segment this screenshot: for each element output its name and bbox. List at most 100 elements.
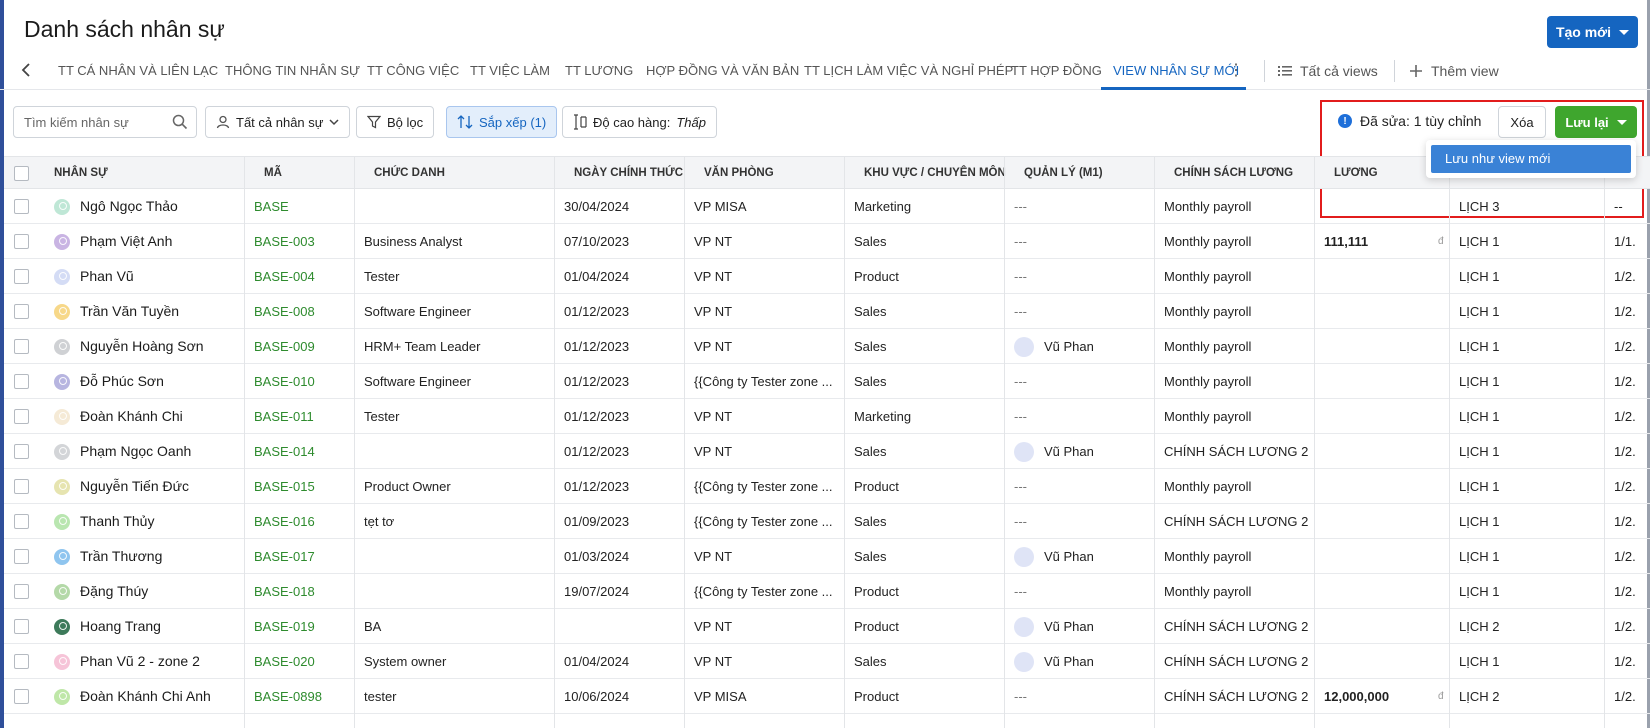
staff-code[interactable]: BASE-016 [254,504,315,539]
table-row[interactable]: Ngô Ngọc Thảo BASE 30/04/2024 VP MISA Market… [4,189,1650,224]
staff-code[interactable]: BASE-004 [254,259,315,294]
search-input[interactable] [14,107,164,137]
tab-salary[interactable]: TT LƯƠNG [565,58,633,84]
table-row[interactable]: Đỗ Phúc Sơn BASE-010 Software Engineer 01/1… [4,364,1650,399]
table-row[interactable]: Đoàn Khánh Chi Anh BASE-0898 tester 10/06/2… [4,679,1650,714]
row-checkbox[interactable] [14,584,29,599]
table-row[interactable]: Trần Văn Tuyền BASE-008 Software Engineer 0… [4,294,1650,329]
staff-code[interactable]: BASE-014 [254,434,315,469]
tab-staff-info[interactable]: THÔNG TIN NHÂN SỰ [225,58,360,84]
staff-code[interactable]: BASE-020 [254,644,315,679]
filter-button[interactable]: Bộ lọc [356,106,435,138]
table-row[interactable]: Trần Thương BASE-017 01/03/2024 VP NT Sales V… [4,539,1650,574]
table-row[interactable]: Nguyễn Tiến Đức BASE-015 Product Owner 01/1… [4,469,1650,504]
column-header-title[interactable]: CHỨC DANH [374,157,445,190]
staff-name[interactable]: Đoàn Khánh Chi Anh [80,679,211,714]
kebab-menu-icon[interactable]: ⋮ [1228,63,1244,79]
staff-name[interactable]: Hoang Trang [80,609,161,644]
tab-employment[interactable]: TT VIỆC LÀM [470,58,550,84]
tab-job-info[interactable]: TT CÔNG VIỆC [367,58,459,84]
table-row[interactable]: Nguyễn Hoàng Sơn BASE-009 HRM+ Team Leader… [4,329,1650,364]
row-checkbox[interactable] [14,514,29,529]
tab-contracts-docs[interactable]: HỢP ĐỒNG VÀ VĂN BẢN [646,58,799,84]
tab-schedule-leave[interactable]: TT LỊCH LÀM VIỆC VÀ NGHỈ PHÉP [804,58,1013,84]
table-row[interactable]: Phạm Việt Anh BASE-003 Business Analyst 07/… [4,224,1650,259]
row-checkbox[interactable] [14,339,29,354]
staff-name[interactable]: Phạm Ngọc Oanh [80,434,191,469]
table-row[interactable]: Hoang Trang BASE-019 BA VP NT Product Vũ Phan… [4,609,1650,644]
tab-contract-info[interactable]: TT HỢP ĐỒNG [1011,58,1102,84]
staff-code[interactable]: BASE-009 [254,329,315,364]
select-all-checkbox[interactable] [14,166,29,181]
staff-name[interactable]: Đoàn Khánh Chi [80,399,183,434]
row-checkbox[interactable] [14,269,29,284]
salary-policy: Monthly payroll [1164,269,1252,284]
column-header-manager[interactable]: QUẢN LÝ (M1) [1024,157,1103,190]
staff-name[interactable]: Nguyễn Tiến Đức [80,469,189,504]
staff-name[interactable]: Phan Vũ [80,259,134,294]
row-checkbox[interactable] [14,479,29,494]
staff-name[interactable]: Thanh Thủy [80,504,154,539]
row-height-button[interactable]: Độ cao hàng: Thấp [562,106,717,138]
staff-name[interactable]: Nguyễn Hoàng Sơn [80,329,204,364]
column-header-office[interactable]: VĂN PHÒNG [704,157,774,190]
row-checkbox[interactable] [14,549,29,564]
row-checkbox[interactable] [14,304,29,319]
table-row[interactable]: Phạm Ngọc Oanh BASE-014 01/12/2023 VP NT Sal… [4,434,1650,469]
table-row[interactable]: Thanh Thủy BASE-016 tẹt tơ 01/09/2023 {{Công… [4,504,1650,539]
row-checkbox[interactable] [14,234,29,249]
create-new-button[interactable]: Tạo mới [1547,16,1638,48]
table-row[interactable]: Đặng Thúy BASE-018 19/07/2024 {{Công ty Tes… [4,574,1650,609]
staff-name[interactable]: Đặng Thúy [80,574,148,609]
row-checkbox[interactable] [14,374,29,389]
save-button[interactable]: Lưu lại [1555,106,1637,138]
staff-code[interactable]: BASE [254,189,289,224]
column-header-salary-policy[interactable]: CHÍNH SÁCH LƯƠNG [1174,157,1293,190]
save-as-new-view-item[interactable]: Lưu như view mới [1431,145,1631,173]
column-header-staff[interactable]: NHÂN SỰ [54,157,108,190]
table-row[interactable]: Đoàn Khánh Chi BASE-011 Tester 01/12/2023 VP… [4,399,1650,434]
add-view-link[interactable]: Thêm view [1409,58,1499,84]
staff-name[interactable]: Đỗ Phúc Sơn [80,364,164,399]
staff-name[interactable]: Ngô Ngọc Thảo [80,189,178,224]
row-checkbox[interactable] [14,619,29,634]
delete-button[interactable]: Xóa [1498,106,1546,138]
all-views-link[interactable]: Tất cả views [1278,58,1378,84]
tab-personal-contact[interactable]: TT CÁ NHÂN VÀ LIÊN LẠC [58,58,218,84]
manager: Vũ Phan [1014,434,1094,469]
staff-name[interactable]: Phạm Việt Anh [80,224,172,259]
staff-code[interactable]: BASE-018 [254,574,315,609]
row-checkbox[interactable] [14,409,29,424]
table-row[interactable]: Phan Vũ BASE-004 Tester 01/04/2024 VP NT Prod… [4,259,1650,294]
column-header-area[interactable]: KHU VỰC / CHUYÊN MÔN [864,157,1006,190]
row-checkbox[interactable] [14,444,29,459]
staff-name[interactable]: Trần Văn Tuyền [80,294,179,329]
chevron-left-icon[interactable] [16,60,36,80]
extra-cell: 1/2. [1614,619,1636,634]
chevron-down-icon[interactable] [1616,119,1627,125]
job-title: BA [364,619,382,634]
staff-name[interactable]: Trần Thương [80,539,162,574]
row-checkbox[interactable] [14,689,29,704]
staff-code[interactable]: BASE-019 [254,609,315,644]
staff-code[interactable]: BASE-0898 [254,679,322,714]
staff-code[interactable]: BASE-003 [254,224,315,259]
staff-name[interactable]: Phan Vũ 2 - zone 2 [80,644,200,679]
staff-code[interactable]: BASE-008 [254,294,315,329]
staff-code[interactable]: BASE-017 [254,539,315,574]
row-checkbox[interactable] [14,654,29,669]
staff-code[interactable]: BASE-015 [254,469,315,504]
staff-code[interactable]: BASE-011 [254,399,314,434]
table-row[interactable]: Phan Vũ 2 - zone 2 BASE-020 System owner 01… [4,644,1650,679]
tab-new-staff-view[interactable]: VIEW NHÂN SỰ MỚI [1113,58,1239,84]
search-icon[interactable] [172,114,188,130]
column-header-code[interactable]: MÃ [264,157,282,190]
save-label: Lưu lại [1565,114,1609,130]
staff-code[interactable]: BASE-010 [254,364,315,399]
row-checkbox[interactable] [14,199,29,214]
column-header-salary[interactable]: LƯƠNG [1334,157,1378,190]
manager: Vũ Phan [1014,539,1094,574]
staff-scope-dropdown[interactable]: Tất cả nhân sự [205,106,351,138]
sort-button[interactable]: Sắp xếp (1) [446,106,558,138]
column-header-official-date[interactable]: NGÀY CHÍNH THỨC [574,157,683,190]
